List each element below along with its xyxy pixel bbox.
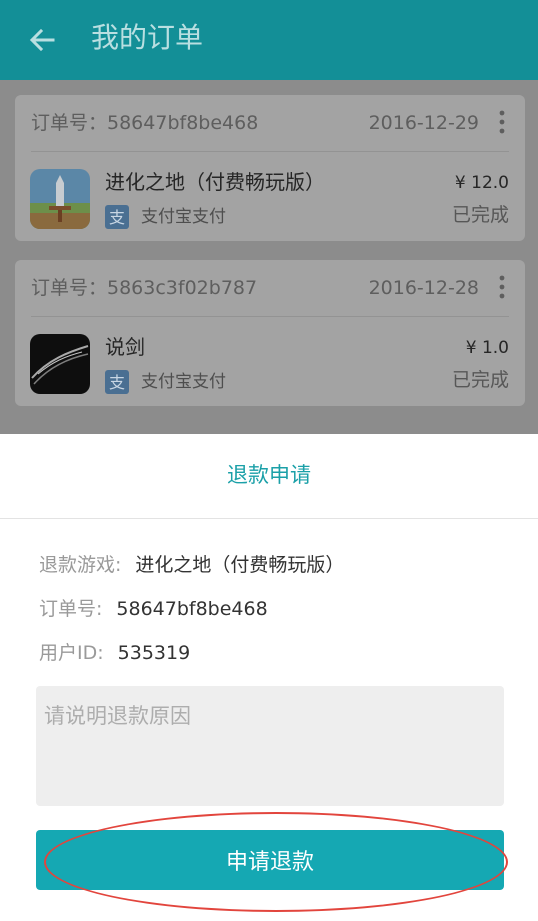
order-price: ¥ 1.0 (465, 338, 509, 358)
more-vert-icon[interactable] (497, 274, 507, 300)
submit-refund-button[interactable]: 申请退款 (36, 830, 504, 890)
app-bar: 我的订单 (0, 0, 538, 80)
order-card[interactable]: 订单号：5863c3f02b787 2016-12-28 说剑 支 支付宝支付 … (15, 260, 525, 406)
order-status: 已完成 (451, 369, 509, 391)
refund-reason-input[interactable] (36, 686, 504, 806)
game-name: 说剑 (105, 335, 145, 359)
game-name: 进化之地（付费畅玩版） (105, 170, 325, 194)
refund-game-value: 进化之地（付费畅玩版） (135, 554, 345, 576)
alipay-icon: 支 (105, 205, 129, 229)
page-title: 我的订单 (91, 21, 204, 54)
refund-dialog: 退款申请 退款游戏: 进化之地（付费畅玩版） 订单号: 58647bf8be468 … (0, 434, 538, 921)
game-thumbnail-icon (30, 334, 90, 394)
more-vert-icon[interactable] (497, 109, 507, 135)
refund-user-value: 535319 (117, 642, 191, 664)
refund-order-label: 订单号: (39, 598, 103, 620)
order-price: ¥ 12.0 (454, 173, 509, 193)
svg-text:支: 支 (109, 373, 125, 392)
refund-order-row: 订单号: 58647bf8be468 (39, 596, 268, 622)
order-number: 订单号：58647bf8be468 (31, 112, 259, 134)
order-list: 订单号：58647bf8be468 2016-12-29 进化之地（付费畅玩版）… (0, 80, 538, 434)
refund-game-row: 退款游戏: 进化之地（付费畅玩版） (39, 552, 344, 578)
alipay-icon: 支 (105, 370, 129, 394)
refund-user-label: 用户ID: (39, 642, 104, 664)
card-divider (31, 151, 509, 152)
refund-order-value: 58647bf8be468 (116, 598, 268, 620)
game-thumbnail-icon (30, 169, 90, 229)
payment-method: 支付宝支付 (141, 207, 226, 227)
refund-game-label: 退款游戏: (39, 554, 122, 576)
arrow-left-icon[interactable] (26, 24, 58, 56)
payment-method: 支付宝支付 (141, 372, 226, 392)
order-number: 订单号：5863c3f02b787 (31, 277, 258, 299)
order-card[interactable]: 订单号：58647bf8be468 2016-12-29 进化之地（付费畅玩版）… (15, 95, 525, 241)
svg-text:支: 支 (109, 208, 125, 227)
card-divider (31, 316, 509, 317)
dialog-divider (0, 518, 538, 519)
refund-user-row: 用户ID: 535319 (39, 640, 190, 666)
refund-dialog-title: 退款申请 (227, 463, 311, 487)
order-date: 2016-12-28 (368, 277, 479, 299)
order-date: 2016-12-29 (368, 112, 479, 134)
order-status: 已完成 (451, 204, 509, 226)
